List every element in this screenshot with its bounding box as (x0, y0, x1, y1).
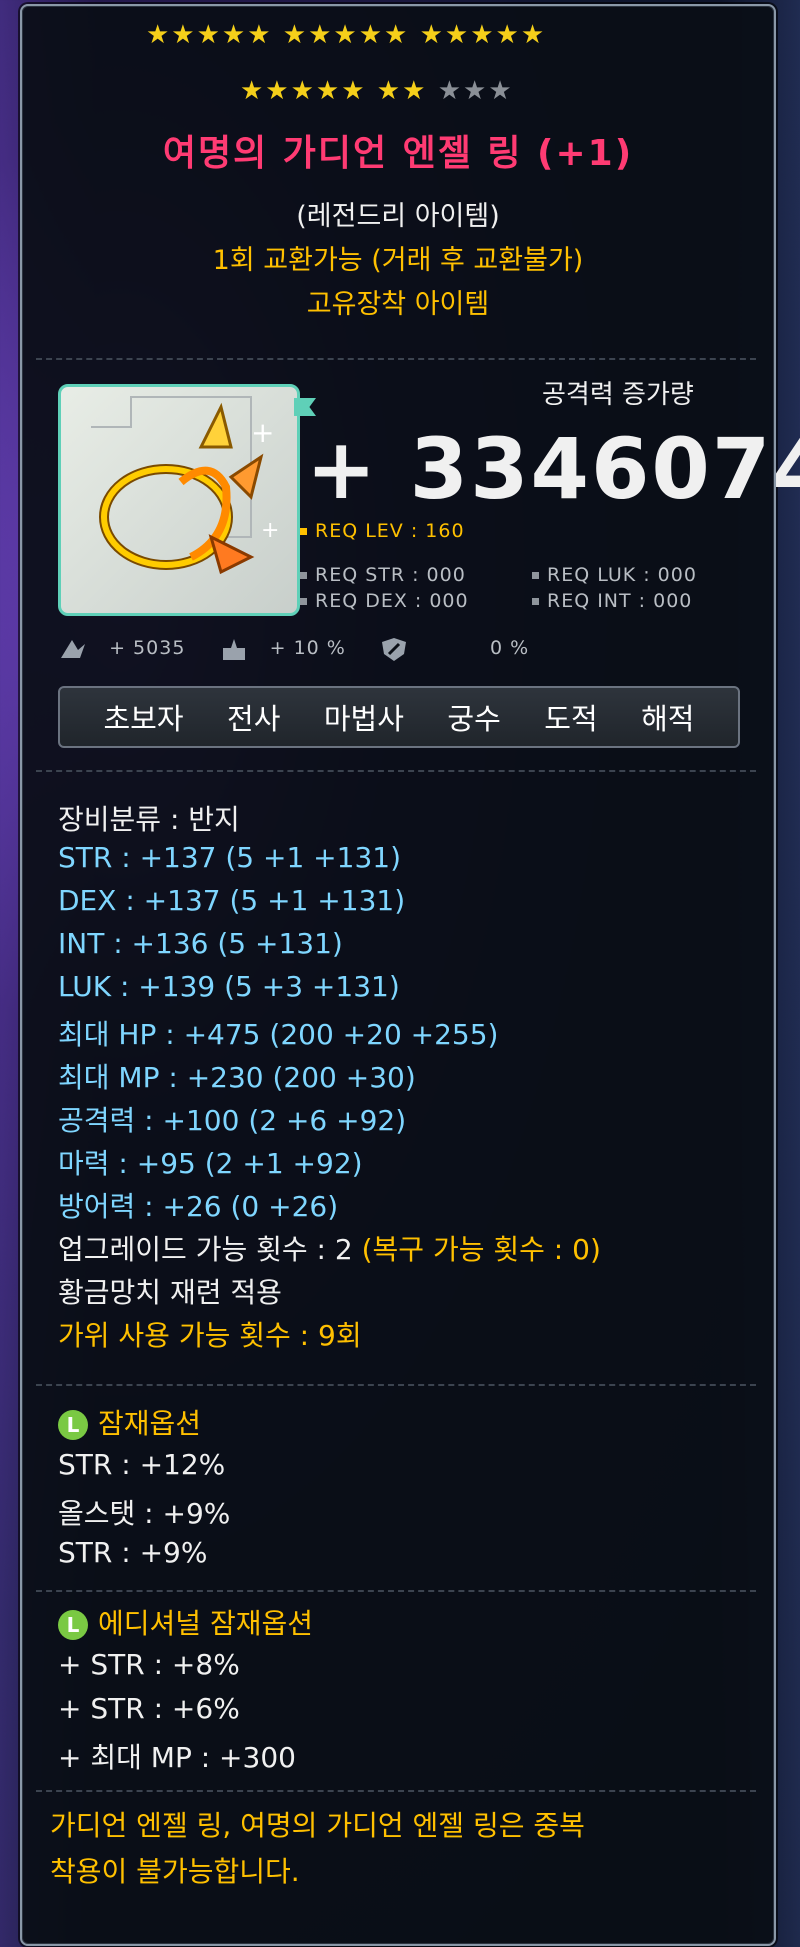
potential-header: L 잠재옵션 (58, 1402, 201, 1442)
item-name: 여명의 가디언 엔젤 링 (+1) (162, 133, 634, 174)
divider (36, 358, 756, 360)
additional-potential-line: + 최대 MP : +300 (58, 1741, 296, 1774)
stat-magic: 마력 : +95 (2 +1 +92) (58, 1147, 363, 1180)
flag-marker (294, 398, 316, 416)
equip-category: 장비분류 : 반지 (58, 803, 240, 836)
req-dex: REQ DEX : 000 (300, 590, 469, 612)
job-thief: 도적 (544, 702, 598, 736)
stat-attack: 공격력 : +100 (2 +6 +92) (58, 1104, 407, 1137)
req-int: REQ INT : 000 (532, 590, 692, 612)
job-beginner: 초보자 (103, 702, 184, 736)
item-icon-frame: + + (58, 384, 300, 616)
job-pirate: 해적 (641, 702, 695, 736)
stat-defense: 방어력 : +26 (0 +26) (58, 1190, 339, 1223)
mini-stat-1-value: + 5035 (109, 636, 186, 659)
ignore-defense-icon (222, 639, 245, 660)
potential-line: STR : +12% (58, 1448, 226, 1481)
item-trade-info: 1회 교환가능 (거래 후 교환불가) (212, 245, 584, 276)
note-line-2: 착용이 불가능합니다. (50, 1855, 300, 1888)
note-line-1: 가디언 엔젤 링, 여명의 가디언 엔젤 링은 중복 (50, 1809, 585, 1842)
potential-line: STR : +9% (58, 1536, 208, 1569)
svg-text:+: + (261, 518, 279, 543)
stat-hp: 최대 HP : +475 (200 +20 +255) (58, 1018, 499, 1051)
additional-potential-header: L 에디셔널 잠재옵션 (58, 1602, 313, 1642)
shield-icon (381, 638, 406, 661)
mini-stat-2-value: + 10 % (269, 636, 346, 659)
additional-potential-line: + STR : +8% (58, 1648, 240, 1681)
attack-increase-value: + 3346074 (306, 420, 800, 518)
star-force-row-1: ★★★★★ ★★★★★ ★★★★★ (146, 20, 547, 50)
req-luk: REQ LUK : 000 (532, 564, 697, 586)
stat-dex: DEX : +137 (5 +1 +131) (58, 884, 406, 917)
potential-line: 올스탯 : +9% (58, 1497, 231, 1530)
stat-int: INT : +136 (5 +131) (58, 927, 343, 960)
ring-icon: + + (91, 396, 279, 575)
stat-luk: LUK : +139 (5 +3 +131) (58, 970, 400, 1003)
svg-text:+: + (251, 416, 274, 449)
boss-damage-icon (61, 640, 85, 658)
divider (36, 1384, 756, 1386)
attack-increase-label: 공격력 증가량 (542, 380, 694, 410)
mini-stats-row: + 5035 + 10 % 0 % (58, 636, 529, 662)
item-grade: (레전드리 아이템) (296, 201, 500, 232)
item-tooltip: ★★★★★ ★★★★★ ★★★★★ ★★★★★ ★★ ★★★ 여명의 가디언 엔… (20, 4, 800, 1946)
stat-str: STR : +137 (5 +1 +131) (58, 841, 402, 874)
stat-mp: 최대 MP : +230 (200 +30) (58, 1061, 416, 1094)
divider (36, 1790, 756, 1792)
req-str: REQ STR : 000 (300, 564, 466, 586)
upgrade-count: 업그레이드 가능 횟수 : 2 (복구 가능 횟수 : 0) (58, 1233, 601, 1266)
job-warrior: 전사 (227, 702, 281, 736)
legendary-badge-icon: L (58, 1410, 88, 1440)
job-archer: 궁수 (447, 702, 501, 736)
golden-hammer: 황금망치 재련 적용 (58, 1276, 282, 1309)
item-unique-info: 고유장착 아이템 (306, 289, 490, 320)
legendary-badge-icon: L (58, 1610, 88, 1640)
additional-potential-line: + STR : +6% (58, 1692, 240, 1725)
job-magician: 마법사 (323, 702, 404, 736)
divider (36, 1590, 756, 1592)
star-force-row-2: ★★★★★ ★★ ★★★ (240, 76, 514, 106)
job-requirement-bar: 초보자 전사 마법사 궁수 도적 해적 (58, 686, 740, 748)
divider (36, 770, 756, 772)
scissors-count: 가위 사용 가능 횟수 : 9회 (58, 1319, 362, 1352)
mini-stat-3-value: 0 % (490, 636, 530, 659)
req-level: REQ LEV : 160 (300, 520, 465, 542)
